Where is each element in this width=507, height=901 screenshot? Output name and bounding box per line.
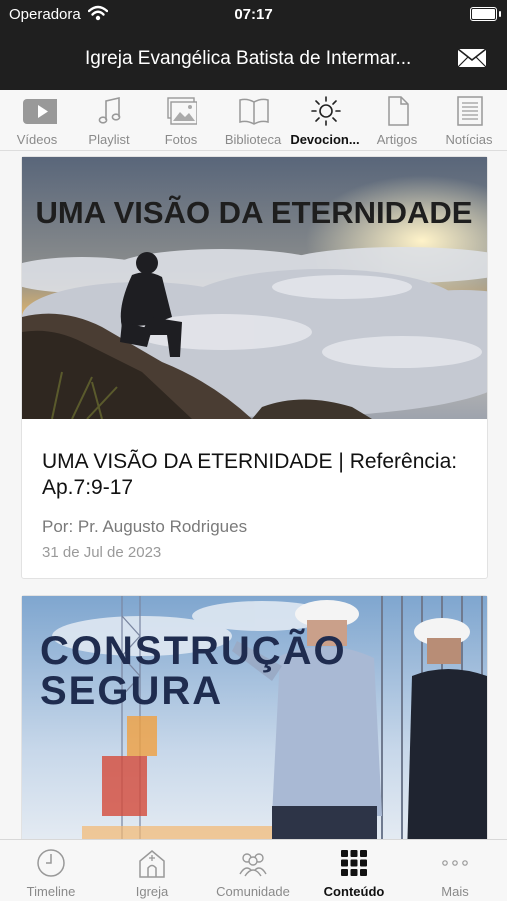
tab-playlist[interactable]: Playlist	[73, 90, 145, 150]
nav-label: Conteúdo	[323, 884, 385, 899]
sun-icon	[311, 96, 341, 126]
grid-icon	[341, 850, 367, 876]
battery-icon	[470, 7, 501, 21]
post-author: Por: Pr. Augusto Rodrigues	[42, 517, 248, 536]
nav-label: Timeline	[26, 884, 76, 899]
photos-icon	[167, 97, 197, 125]
post-card[interactable]: CONSTRUÇÃO SEGURA	[21, 595, 488, 839]
more-icon	[442, 860, 468, 866]
tab-devocionais[interactable]: Devocion...	[289, 90, 361, 150]
nav-timeline[interactable]: Timeline	[1, 840, 101, 901]
status-bar: Operadora 07:17	[0, 0, 507, 28]
image-headline-line2: SEGURA	[40, 669, 223, 713]
book-icon	[239, 98, 269, 125]
post-image: UMA VISÃO DA ETERNIDADE	[22, 157, 487, 419]
tab-artigos[interactable]: Artigos	[361, 90, 433, 150]
nav-label: Mais	[441, 884, 469, 899]
tab-fotos[interactable]: Fotos	[145, 90, 217, 150]
video-icon	[23, 99, 57, 124]
bottom-navigation: Timeline Igreja Comunidade Conteúdo Mais	[0, 839, 507, 901]
page-title: Igreja Evangélica Batista de Intermar...	[85, 48, 412, 69]
nav-mais[interactable]: Mais	[405, 840, 505, 901]
post-image: CONSTRUÇÃO SEGURA	[22, 596, 487, 839]
post-date: 31 de Jul de 2023	[42, 544, 162, 561]
devotional-feed[interactable]: UMA VISÃO DA ETERNIDADE UMA VISÃO DA ETE…	[0, 151, 507, 839]
tab-biblioteca[interactable]: Biblioteca	[217, 90, 289, 150]
header-bar: Igreja Evangélica Batista de Intermar...	[0, 28, 507, 90]
mail-icon[interactable]	[457, 48, 487, 68]
people-icon	[239, 853, 267, 877]
tab-label: Notícias	[445, 132, 493, 147]
music-note-icon	[98, 96, 121, 124]
church-icon	[139, 850, 165, 878]
newspaper-icon	[457, 96, 483, 126]
tab-videos[interactable]: Vídeos	[1, 90, 73, 150]
document-icon	[388, 96, 409, 126]
nav-igreja[interactable]: Igreja	[102, 840, 202, 901]
content-tabs: Vídeos Playlist Fotos Biblioteca Devocio…	[0, 90, 507, 151]
clock-time: 07:17	[234, 6, 273, 23]
nav-label: Igreja	[135, 884, 169, 899]
post-card[interactable]: UMA VISÃO DA ETERNIDADE UMA VISÃO DA ETE…	[21, 156, 488, 579]
image-headline: UMA VISÃO DA ETERNIDADE	[36, 195, 473, 230]
nav-comunidade[interactable]: Comunidade	[203, 840, 303, 901]
tab-noticias[interactable]: Notícias	[433, 90, 505, 150]
nav-conteudo[interactable]: Conteúdo	[304, 840, 404, 901]
nav-label: Comunidade	[216, 884, 290, 899]
clock-icon	[37, 849, 65, 877]
post-title[interactable]: UMA VISÃO DA ETERNIDADE | Referência: Ap…	[42, 449, 472, 501]
image-headline-line1: CONSTRUÇÃO	[40, 627, 347, 673]
